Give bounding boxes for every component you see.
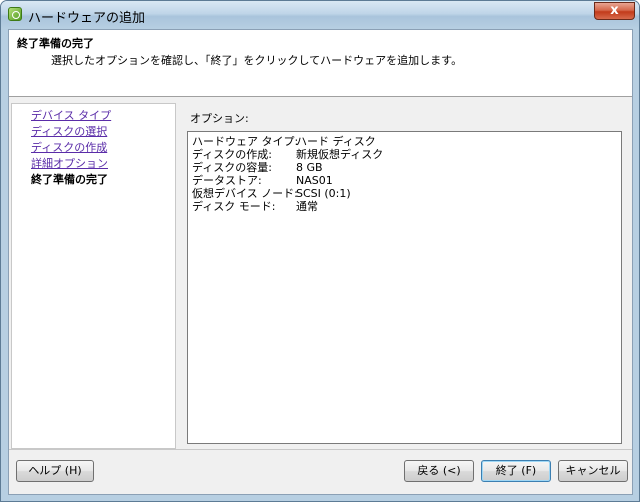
close-button[interactable]: x (594, 2, 635, 20)
option-value: 通常 (296, 200, 318, 213)
back-button[interactable]: 戻る (<) (404, 460, 474, 482)
option-key: ハードウェア タイプ: (192, 135, 299, 148)
help-button[interactable]: ヘルプ (H) (16, 460, 94, 482)
page-title: 終了準備の完了 (17, 37, 94, 50)
close-icon: x (610, 3, 619, 18)
app-icon (8, 7, 22, 21)
finish-button[interactable]: 終了 (F) (481, 460, 551, 482)
step-create-disk[interactable]: ディスクの作成 (31, 141, 107, 155)
option-key: データストア: (192, 174, 262, 187)
step-advanced-options[interactable]: 詳細オプション (31, 157, 108, 171)
step-device-type[interactable]: デバイス タイプ (31, 109, 111, 123)
options-summary[interactable]: ハードウェア タイプ: ハード ディスク ディスクの作成: 新規仮想ディスク デ… (187, 131, 622, 444)
option-value: ハード ディスク (296, 135, 376, 148)
page-description: 選択したオプションを確認し、「終了」をクリックしてハードウェアを追加します。 (51, 54, 463, 67)
option-key: ディスクの作成: (192, 148, 272, 161)
option-key: ディスク モード: (192, 200, 276, 213)
option-value: 新規仮想ディスク (296, 148, 384, 161)
wizard-window: ハードウェアの追加 x 終了準備の完了 選択したオプションを確認し、「終了」をク… (0, 0, 640, 502)
option-value: SCSI (0:1) (296, 187, 351, 200)
step-ready-to-complete: 終了準備の完了 (31, 173, 108, 186)
cancel-button[interactable]: キャンセル (558, 460, 628, 482)
step-list: デバイス タイプ ディスクの選択 ディスクの作成 詳細オプション 終了準備の完了 (11, 103, 176, 449)
step-select-disk[interactable]: ディスクの選択 (31, 125, 107, 139)
title-bar[interactable]: ハードウェアの追加 x (1, 1, 639, 29)
wizard-body: 終了準備の完了 選択したオプションを確認し、「終了」をクリックしてハードウェアを… (8, 29, 633, 495)
option-key: ディスクの容量: (192, 161, 272, 174)
window-title: ハードウェアの追加 (28, 11, 146, 26)
wizard-header: 終了準備の完了 選択したオプションを確認し、「終了」をクリックしてハードウェアを… (9, 30, 632, 97)
option-value: 8 GB (296, 161, 323, 174)
option-value: NAS01 (296, 174, 333, 187)
options-label: オプション: (190, 112, 249, 125)
option-key: 仮想デバイス ノード: (192, 187, 298, 200)
button-separator (9, 449, 632, 450)
